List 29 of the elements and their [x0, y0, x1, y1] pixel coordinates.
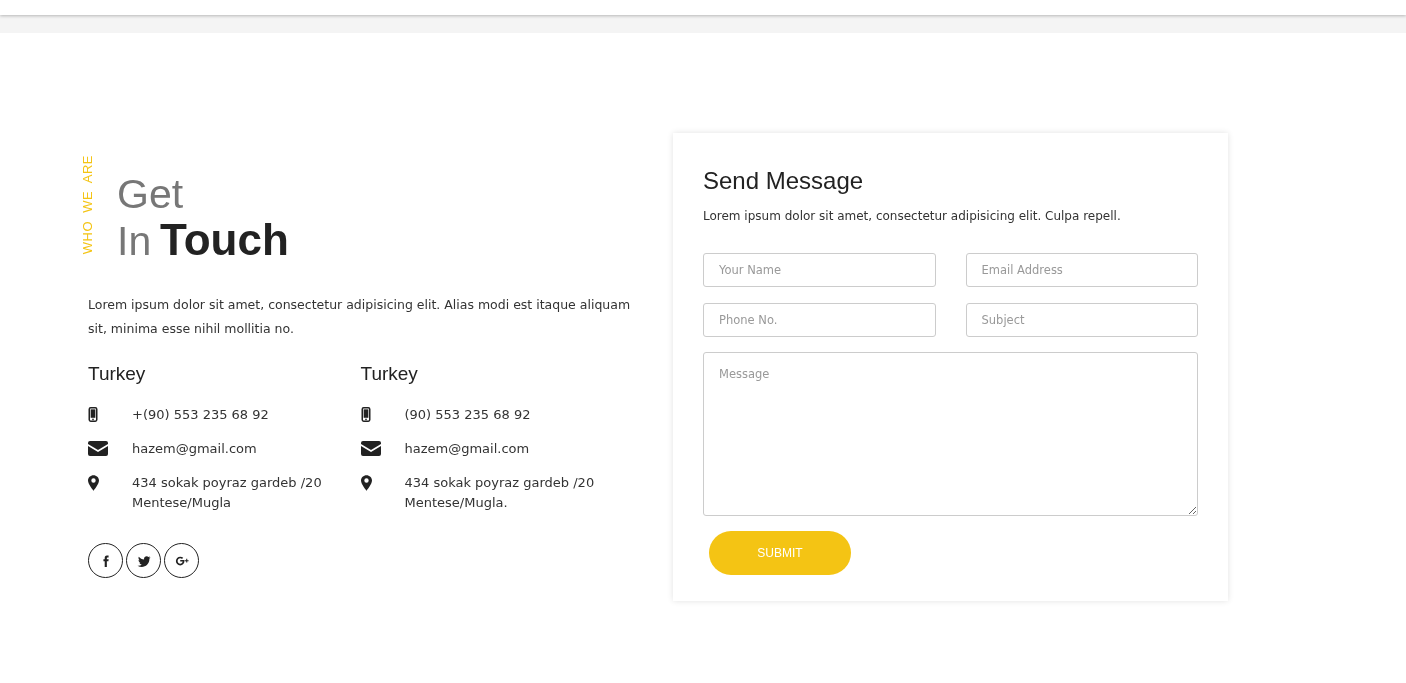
google-plus-icon	[174, 554, 189, 567]
office-country: Turkey	[88, 363, 147, 385]
email-icon	[88, 441, 108, 456]
heading-light: Get	[117, 171, 185, 217]
email-address: hazem@gmail.com	[132, 440, 258, 458]
form-description: Lorem ipsum dolor sit amet, consectetur adipisicing elit. Culpa repell.	[703, 209, 1122, 223]
intro-text: Lorem ipsum dolor sit amet, consectetur adipisicing elit. Alias modi est itaque aliquam sit, minima esse nihil mollitia no.	[88, 296, 632, 338]
form-title: Send Message	[703, 167, 865, 195]
email-icon	[360, 441, 381, 456]
input-field[interactable]: Email Address	[965, 253, 1198, 287]
submit-button[interactable]: SUBMIT	[709, 531, 851, 575]
phone-icon	[360, 407, 371, 422]
input-field[interactable]: Phone No.	[703, 303, 936, 337]
email-address: hazem@gmail.com	[404, 440, 531, 458]
input-field[interactable]: Your Name	[703, 253, 936, 287]
input-field[interactable]: Subject	[965, 303, 1198, 337]
postal-address: 434 sokak poyraz gardeb /20 Mentese/Mugla	[132, 474, 323, 512]
heading-light: In	[117, 218, 152, 264]
section-label: WHO WE ARE	[80, 155, 95, 255]
phone-number: (90) 553 235 68 92	[404, 406, 532, 424]
map-pin-icon	[360, 475, 372, 491]
twitter-icon	[136, 554, 151, 567]
office-country: Turkey	[360, 363, 419, 385]
phone-number: +(90) 553 235 68 92	[132, 406, 270, 424]
map-pin-icon	[88, 475, 99, 491]
postal-address: 434 sokak poyraz gardeb /20 Mentese/Mugla.	[404, 474, 596, 512]
phone-icon	[88, 407, 98, 422]
message-field[interactable]: Message	[703, 352, 1198, 516]
heading-bold: Touch	[160, 215, 289, 264]
